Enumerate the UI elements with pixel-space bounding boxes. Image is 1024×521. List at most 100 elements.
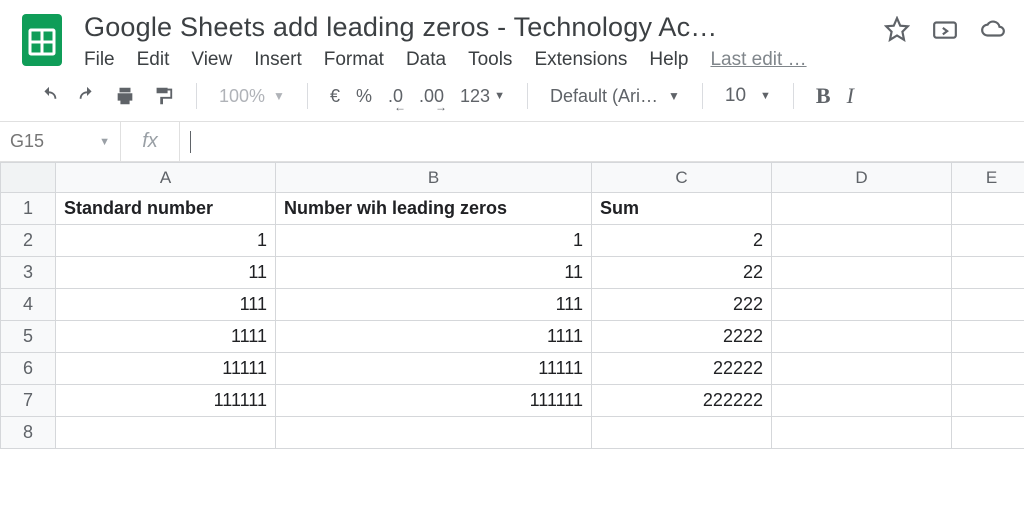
row-header[interactable]: 7 <box>1 385 56 417</box>
menu-file[interactable]: File <box>84 49 115 71</box>
row-header[interactable]: 5 <box>1 321 56 353</box>
bold-button[interactable]: B <box>816 83 831 109</box>
name-box[interactable]: G15 ▼ <box>0 122 120 161</box>
menu-data[interactable]: Data <box>406 49 446 71</box>
cell-B5[interactable]: 1111 <box>276 321 592 353</box>
row-header[interactable]: 6 <box>1 353 56 385</box>
chevron-down-icon: ▼ <box>668 89 680 103</box>
cell-D3[interactable] <box>772 257 952 289</box>
cell-A4[interactable]: 111 <box>56 289 276 321</box>
document-title[interactable]: Google Sheets add leading zeros - Techno… <box>84 10 764 47</box>
undo-button[interactable] <box>38 85 60 107</box>
print-button[interactable] <box>114 85 136 107</box>
cell-D6[interactable] <box>772 353 952 385</box>
currency-button[interactable]: € <box>330 86 340 107</box>
formula-input[interactable] <box>180 122 1024 161</box>
percent-button[interactable]: % <box>356 86 372 107</box>
cell-C6[interactable]: 22222 <box>592 353 772 385</box>
move-to-folder-icon[interactable] <box>932 16 958 42</box>
column-header-D[interactable]: D <box>772 163 952 193</box>
cell-E1[interactable] <box>952 193 1024 225</box>
menu-tools[interactable]: Tools <box>468 49 512 71</box>
redo-button[interactable] <box>76 85 98 107</box>
menu-insert[interactable]: Insert <box>254 49 302 71</box>
column-header-A[interactable]: A <box>56 163 276 193</box>
cell-C2[interactable]: 2 <box>592 225 772 257</box>
cell-C5[interactable]: 2222 <box>592 321 772 353</box>
chevron-down-icon: ▼ <box>760 90 771 102</box>
cell-C8[interactable] <box>592 417 772 449</box>
cell-E4[interactable] <box>952 289 1024 321</box>
cell-E7[interactable] <box>952 385 1024 417</box>
cell-C4[interactable]: 222 <box>592 289 772 321</box>
menu-bar: File Edit View Insert Format Data Tools … <box>84 47 866 71</box>
cell-E5[interactable] <box>952 321 1024 353</box>
cell-B4[interactable]: 111 <box>276 289 592 321</box>
row-header[interactable]: 8 <box>1 417 56 449</box>
title-actions <box>884 10 1006 42</box>
cell-C1[interactable]: Sum <box>592 193 772 225</box>
decrease-decimal-button[interactable]: .0 ← <box>388 86 403 107</box>
cell-B1[interactable]: Number wih leading zeros <box>276 193 592 225</box>
row-header[interactable]: 2 <box>1 225 56 257</box>
spreadsheet-grid[interactable]: A B C D E 1 Standard number Number wih l… <box>0 162 1024 449</box>
formula-bar-row: G15 ▼ fx <box>0 122 1024 162</box>
paint-format-button[interactable] <box>152 85 174 107</box>
menu-extensions[interactable]: Extensions <box>534 49 627 71</box>
cell-E8[interactable] <box>952 417 1024 449</box>
cell-D7[interactable] <box>772 385 952 417</box>
column-header-C[interactable]: C <box>592 163 772 193</box>
menu-view[interactable]: View <box>191 49 232 71</box>
cell-E3[interactable] <box>952 257 1024 289</box>
cell-A7[interactable]: 111111 <box>56 385 276 417</box>
row-header[interactable]: 3 <box>1 257 56 289</box>
column-header-B[interactable]: B <box>276 163 592 193</box>
column-header-E[interactable]: E <box>952 163 1024 193</box>
cell-A5[interactable]: 1111 <box>56 321 276 353</box>
cloud-sync-icon[interactable] <box>980 16 1006 42</box>
number-format-dropdown[interactable]: 123 ▼ <box>460 86 505 107</box>
cell-A1[interactable]: Standard number <box>56 193 276 225</box>
zoom-dropdown[interactable]: 100% ▼ <box>219 86 285 107</box>
row-header[interactable]: 4 <box>1 289 56 321</box>
cell-A3[interactable]: 11 <box>56 257 276 289</box>
star-icon[interactable] <box>884 16 910 42</box>
italic-button[interactable]: I <box>847 83 854 109</box>
cell-D5[interactable] <box>772 321 952 353</box>
table-row: 6 11111 11111 22222 <box>1 353 1024 385</box>
toolbar-separator <box>702 83 703 109</box>
font-family-dropdown[interactable]: Default (Ari… ▼ <box>550 86 680 107</box>
number-format-label: 123 <box>460 86 490 107</box>
cell-A2[interactable]: 1 <box>56 225 276 257</box>
toolbar-separator <box>196 83 197 109</box>
toolbar-separator <box>793 83 794 109</box>
cell-C7[interactable]: 222222 <box>592 385 772 417</box>
cell-B3[interactable]: 11 <box>276 257 592 289</box>
increase-decimal-button[interactable]: .00 → <box>419 86 444 107</box>
toolbar-separator <box>307 83 308 109</box>
menu-format[interactable]: Format <box>324 49 384 71</box>
cell-A6[interactable]: 11111 <box>56 353 276 385</box>
last-edit-link[interactable]: Last edit … <box>710 49 806 71</box>
fx-icon: fx <box>120 122 180 161</box>
cell-B6[interactable]: 11111 <box>276 353 592 385</box>
cell-E2[interactable] <box>952 225 1024 257</box>
cell-B8[interactable] <box>276 417 592 449</box>
cell-C3[interactable]: 22 <box>592 257 772 289</box>
cell-E6[interactable] <box>952 353 1024 385</box>
cell-B7[interactable]: 111111 <box>276 385 592 417</box>
cell-A8[interactable] <box>56 417 276 449</box>
menu-edit[interactable]: Edit <box>137 49 170 71</box>
cell-B2[interactable]: 1 <box>276 225 592 257</box>
cell-D2[interactable] <box>772 225 952 257</box>
sheets-logo[interactable] <box>18 10 66 70</box>
font-family-label: Default (Ari… <box>550 86 658 107</box>
font-size-dropdown[interactable]: 10 ▼ <box>725 85 771 107</box>
menu-help[interactable]: Help <box>649 49 688 71</box>
row-header[interactable]: 1 <box>1 193 56 225</box>
cell-D4[interactable] <box>772 289 952 321</box>
cell-D1[interactable] <box>772 193 952 225</box>
chevron-down-icon: ▼ <box>99 136 110 148</box>
select-all-corner[interactable] <box>1 163 56 193</box>
cell-D8[interactable] <box>772 417 952 449</box>
